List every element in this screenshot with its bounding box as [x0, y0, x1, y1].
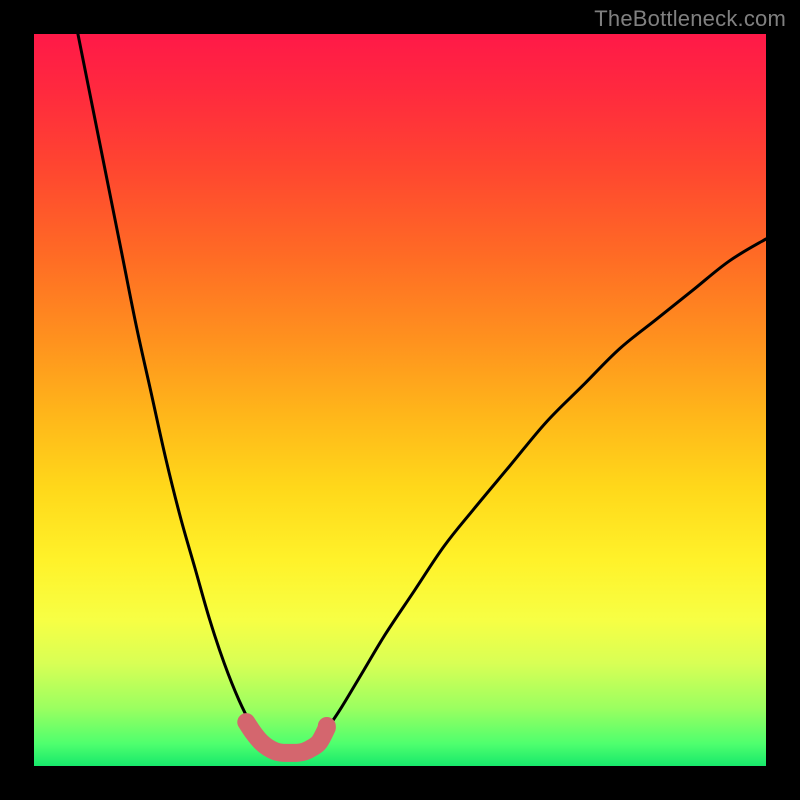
watermark-text: TheBottleneck.com	[594, 6, 786, 32]
curve-lines	[78, 34, 766, 753]
curve-markers	[246, 717, 336, 753]
highlight-stroke	[246, 722, 327, 753]
bottleneck-curve	[78, 34, 766, 753]
chart-frame: TheBottleneck.com	[0, 0, 800, 800]
highlight-end-dot	[318, 717, 336, 735]
chart-svg	[34, 34, 766, 766]
